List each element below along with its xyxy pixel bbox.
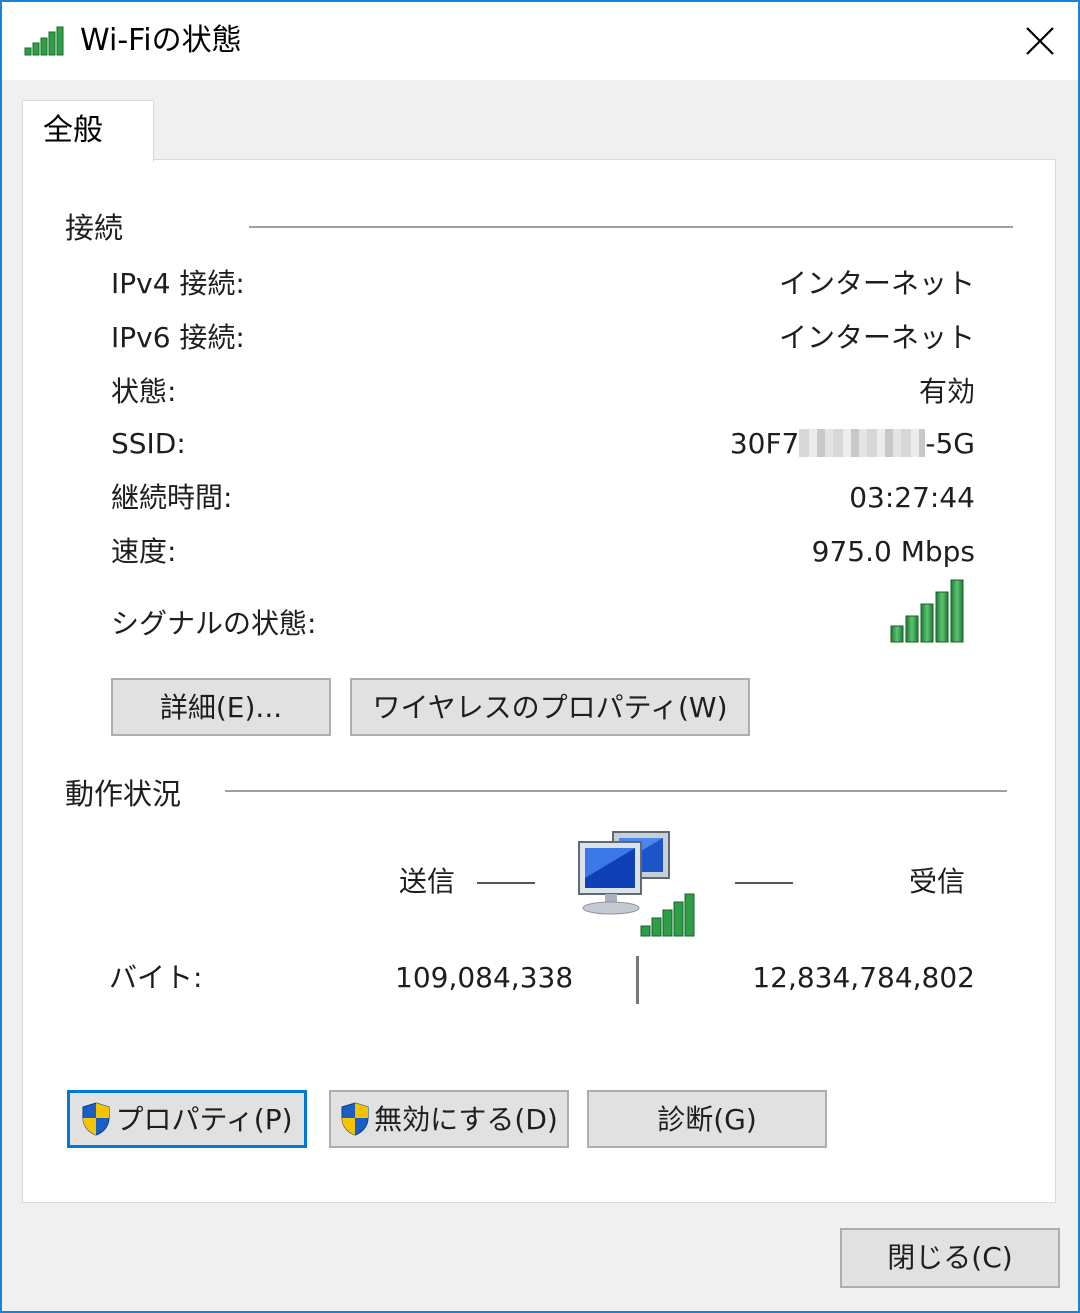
uac-shield-icon xyxy=(82,1102,110,1136)
ssid-prefix: 30F7 xyxy=(729,427,800,460)
ssid-redacted xyxy=(799,429,926,457)
wireless-properties-button[interactable]: ワイヤレスのプロパティ(W) xyxy=(350,678,750,736)
ipv6-label: IPv6 接続: xyxy=(111,321,245,354)
signal-strength-icon xyxy=(890,579,964,643)
network-computers-icon xyxy=(578,831,695,937)
duration-label: 継続時間: xyxy=(111,481,233,514)
close-window-button[interactable] xyxy=(1002,2,1078,80)
received-dash xyxy=(735,882,793,884)
ipv6-value: インターネット xyxy=(778,321,975,354)
diagnose-button[interactable]: 診断(G) xyxy=(587,1090,827,1148)
signal-label: シグナルの状態: xyxy=(111,607,317,640)
properties-button-label: プロパティ(P) xyxy=(115,1103,293,1136)
properties-button[interactable]: プロパティ(P) xyxy=(67,1090,307,1148)
duration-value: 03:27:44 xyxy=(849,481,975,514)
wifi-signal-icon xyxy=(24,26,64,56)
ssid-suffix: -5G xyxy=(925,427,975,460)
tab-general[interactable]: 全般 xyxy=(22,100,154,162)
tab-general-label: 全般 xyxy=(43,113,103,148)
activity-section-label: 動作状況 xyxy=(65,777,182,811)
disable-button-label: 無効にする(D) xyxy=(374,1103,558,1136)
ipv4-value: インターネット xyxy=(778,267,975,300)
sent-dash xyxy=(477,882,535,884)
close-button[interactable]: 閉じる(C) xyxy=(840,1228,1060,1288)
wifi-status-window: Wi-Fiの状態 全般 接続 IPv4 接続: インターネット IPv6 接続:… xyxy=(0,0,1080,1313)
details-button[interactable]: 詳細(E)... xyxy=(111,678,331,736)
ipv4-label: IPv4 接続: xyxy=(111,267,245,300)
received-label: 受信 xyxy=(909,865,966,898)
title-bar: Wi-Fiの状態 xyxy=(2,2,1078,80)
ssid-value: 30F7 -5G xyxy=(730,424,975,464)
disable-button[interactable]: 無効にする(D) xyxy=(329,1090,569,1148)
bytes-label: バイト: xyxy=(109,961,203,994)
state-value: 有効 xyxy=(918,375,975,408)
window-title: Wi-Fiの状態 xyxy=(80,23,242,58)
speed-value: 975.0 Mbps xyxy=(811,535,975,568)
state-label: 状態: xyxy=(111,375,177,408)
speed-label: 速度: xyxy=(111,535,177,568)
sent-label: 送信 xyxy=(399,865,456,898)
general-panel: 接続 IPv4 接続: インターネット IPv6 接続: インターネット 状態:… xyxy=(22,159,1056,1203)
bytes-sent-value: 109,084,338 xyxy=(395,961,574,994)
bytes-separator xyxy=(636,956,639,1004)
connection-section-label: 接続 xyxy=(65,211,124,245)
close-icon xyxy=(1026,27,1054,55)
connection-divider xyxy=(249,226,1013,228)
bytes-received-value: 12,834,784,802 xyxy=(752,961,975,994)
uac-shield-icon xyxy=(341,1102,369,1136)
activity-divider xyxy=(225,790,1007,792)
ssid-label: SSID: xyxy=(111,427,186,460)
